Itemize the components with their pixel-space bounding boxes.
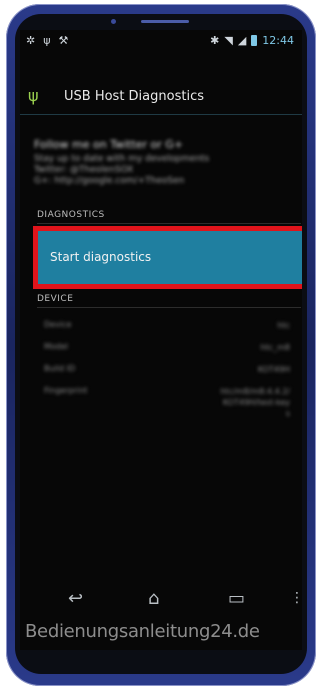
action-bar-divider [20, 114, 302, 115]
device-row-key: Fingerprint [44, 386, 88, 395]
earpiece-speaker [141, 20, 189, 23]
overflow-menu-icon[interactable]: ⋮ [290, 590, 302, 606]
wifi-icon: ◥ [224, 34, 233, 47]
follow-details: Stay up to date with my developments Twi… [34, 154, 284, 187]
start-diagnostics-label: Start diagnostics [50, 250, 152, 264]
notification-icons: ✲ ψ ⚒ [26, 34, 68, 47]
device-row-value: htc/m8/m8:4.4.2/KOT49H/test-keys [220, 387, 290, 418]
action-bar: ψ USB Host Diagnostics [20, 80, 302, 116]
device-row-key: Build ID [44, 364, 76, 373]
follow-line: Stay up to date with my developments [34, 154, 210, 164]
app-title: USB Host Diagnostics [64, 89, 204, 104]
device-row-value: htc [277, 321, 290, 330]
home-icon[interactable]: ⌂ [148, 588, 159, 609]
start-diagnostics-button[interactable]: Start diagnostics [33, 226, 302, 289]
usb-notification-icon: ψ [43, 34, 51, 47]
signal-icon: ◢ [237, 34, 247, 47]
front-camera [111, 19, 116, 24]
section-divider [37, 307, 301, 308]
device-row-value: htc_m8 [260, 343, 291, 352]
tool-notification-icon: ⚒ [58, 34, 69, 47]
device-row-key: Device [44, 320, 72, 329]
watermark: Bedienungsanleitung24.de [25, 621, 260, 642]
section-divider [37, 223, 301, 224]
recent-apps-icon[interactable]: ▭ [228, 588, 245, 609]
follow-title[interactable]: Follow me on Twitter or G+ [34, 138, 183, 151]
system-icons: ✱ ◥ ◢ 12:44 [210, 34, 294, 47]
battery-icon [251, 35, 258, 46]
status-bar: ✲ ψ ⚒ ✱ ◥ ◢ 12:44 [20, 30, 302, 52]
clock: 12:44 [262, 34, 294, 47]
section-header-device: DEVICE [37, 294, 74, 304]
back-icon[interactable]: ↩ [68, 588, 83, 609]
follow-line: G+: http://google.com/+TheoSen [34, 176, 185, 186]
usb-icon: ψ [28, 86, 39, 105]
device-row-value: KOT49H [257, 365, 290, 374]
settings-notification-icon: ✲ [26, 34, 36, 47]
navigation-bar: ↩ ⌂ ▭ ⋮ [20, 578, 302, 618]
bluetooth-icon: ✱ [210, 34, 220, 47]
follow-line: Twitter: @TheolenSOX [34, 165, 134, 175]
section-header-diagnostics: DIAGNOSTICS [37, 210, 105, 220]
phone-screen: ✲ ψ ⚒ ✱ ◥ ◢ 12:44 ψ USB Host Diagnostics… [20, 30, 302, 650]
device-row-key: Model [44, 342, 69, 351]
